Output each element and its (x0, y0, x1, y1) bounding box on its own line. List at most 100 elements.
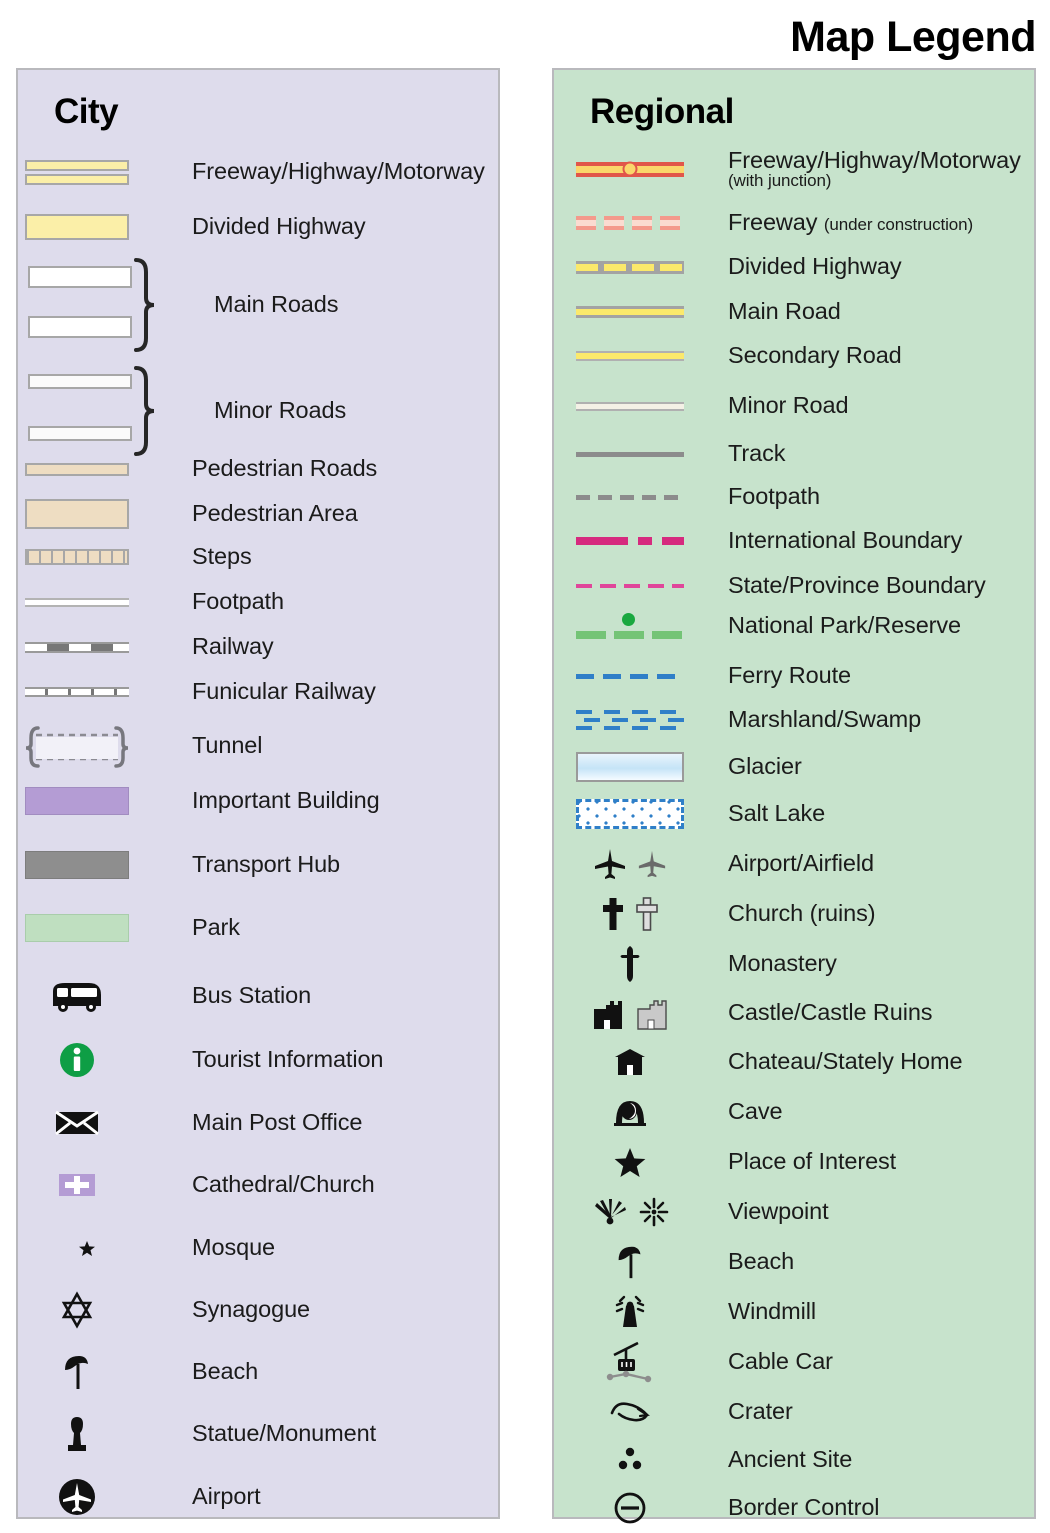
legend-row: Monastery (554, 942, 1034, 986)
crater-icon (610, 1402, 651, 1422)
information-circle-icon (60, 1043, 94, 1077)
ferry-route-line-symbol (554, 673, 706, 679)
legend-row: Pedestrian Area (18, 496, 498, 532)
legend-row: Cave (554, 1090, 1034, 1134)
crater-icon-symbol (554, 1399, 706, 1425)
legend-row: Bus Station (18, 975, 498, 1017)
church-icon (603, 898, 623, 930)
legend-label: Ferry Route (728, 662, 851, 689)
legend-row: Funicular Railway (18, 677, 498, 707)
border-control-icon-symbol (554, 1490, 706, 1526)
legend-label: Cable Car (728, 1348, 833, 1375)
legend-label: Bus Station (192, 982, 312, 1009)
legend-label: Funicular Railway (192, 678, 376, 705)
main-roads-braced-pair-symbol (18, 256, 158, 354)
border-control-icon (614, 1492, 646, 1524)
legend-label: Minor Road (728, 392, 849, 419)
steps-hatched-bar-symbol (18, 549, 136, 565)
legend-row: Main Roads (18, 256, 498, 354)
legend-row: Railway (18, 632, 498, 662)
freeway-under-construction-line-symbol (554, 216, 706, 230)
legend-row: Beach (18, 1351, 498, 1393)
legend-label: Freeway (under construction) (728, 210, 973, 235)
legend-row: Minor Road (554, 385, 1034, 427)
legend-row: Freeway (under construction) (554, 202, 1034, 244)
pedestrian-area-swatch-symbol (18, 499, 136, 529)
important-building-swatch-symbol (18, 787, 136, 815)
legend-label: Pedestrian Area (192, 500, 358, 527)
star-icon (614, 1147, 646, 1177)
curly-brace-icon (134, 366, 155, 456)
legend-label: Border Control (728, 1494, 880, 1521)
envelope-icon-symbol (18, 1108, 136, 1138)
divided-highway-line-symbol (554, 260, 706, 274)
regional-panel-heading: Regional (590, 92, 734, 131)
legend-row: Freeway/Highway/Motorway (18, 150, 498, 194)
castle-pair-icon-symbol (554, 995, 706, 1031)
legend-label: Park (192, 914, 240, 941)
ornate-cross-icon-symbol (554, 944, 706, 984)
legend-row: Chateau/Stately Home (554, 1040, 1034, 1084)
airplane-icon (595, 849, 625, 879)
parasol-icon-symbol (554, 1243, 706, 1281)
legend-label: Airport/Airfield (728, 850, 874, 877)
parasol-icon-symbol (18, 1352, 136, 1392)
legend-label: Main Roads (214, 291, 339, 318)
legend-label: Steps (192, 543, 252, 570)
park-swatch-symbol (18, 914, 136, 942)
cable-car-icon (606, 1341, 652, 1383)
legend-label-main: Freeway/Highway/Motorway (728, 147, 1021, 174)
castle-icon (594, 1001, 622, 1029)
legend-row: Footpath (18, 587, 498, 617)
crescent-star-icon (66, 1234, 95, 1262)
legend-label: Place of Interest (728, 1148, 897, 1175)
legend-row: Track (554, 433, 1034, 475)
legend-row: Minor Roads (18, 364, 498, 458)
legend-row: Footpath (554, 476, 1034, 518)
legend-row: Beach (554, 1240, 1034, 1284)
legend-row: International Boundary (554, 520, 1034, 562)
legend-row: Glacier (554, 745, 1034, 789)
cave-icon (614, 1101, 646, 1126)
legend-row: Transport Hub (18, 847, 498, 883)
legend-row: Statue/Monument (18, 1413, 498, 1455)
legend-label: Cave (728, 1098, 783, 1125)
cable-car-icon-symbol (554, 1339, 706, 1385)
legend-row: National Park/Reserve (554, 603, 1034, 649)
legend-label: Ancient Site (728, 1446, 853, 1473)
ancient-site-dots-icon-symbol (554, 1444, 706, 1476)
legend-label: Secondary Road (728, 342, 902, 369)
star-of-david-icon-symbol (18, 1291, 136, 1329)
legend-row: Airport (18, 1475, 498, 1519)
legend-row: Cable Car (554, 1338, 1034, 1386)
legend-label: Beach (728, 1248, 795, 1275)
legend-label: Main Road (728, 298, 841, 325)
viewpoint-pair-icon-symbol (554, 1197, 706, 1227)
legend-label: Tourist Information (192, 1046, 384, 1073)
city-legend-panel: City Freeway/Highway/Motorway Divided Hi… (16, 68, 500, 1519)
salt-lake-swatch-symbol (554, 799, 706, 829)
legend-row: Cathedral/Church (18, 1164, 498, 1206)
legend-label: Tunnel (192, 732, 263, 759)
legend-row: State/Province Boundary (554, 565, 1034, 607)
chateau-icon (615, 1049, 645, 1075)
footpath-thin-line-symbol (18, 597, 136, 607)
legend-row: Salt Lake (554, 792, 1034, 836)
state-boundary-line-symbol (554, 584, 706, 588)
windmill-icon (615, 1295, 645, 1327)
airport-circle-icon-symbol (18, 1476, 136, 1518)
legend-label-main: Freeway (728, 209, 818, 236)
parasol-icon (618, 1246, 641, 1279)
legend-row: Ferry Route (554, 655, 1034, 697)
viewpoint-star-icon (639, 1197, 669, 1227)
cross-pair-icon-symbol (554, 896, 706, 932)
pedestrian-road-bar-symbol (18, 462, 136, 476)
legend-label: Airport (192, 1483, 261, 1510)
secondary-road-line-symbol (554, 351, 706, 361)
viewpoint-directional-icon (595, 1199, 626, 1225)
church-cross-icon-symbol (18, 1170, 136, 1200)
legend-label-sub: (with junction) (728, 170, 832, 190)
tunnel-icon (25, 726, 129, 768)
legend-label: Footpath (192, 588, 284, 615)
legend-label: Important Building (192, 787, 380, 814)
